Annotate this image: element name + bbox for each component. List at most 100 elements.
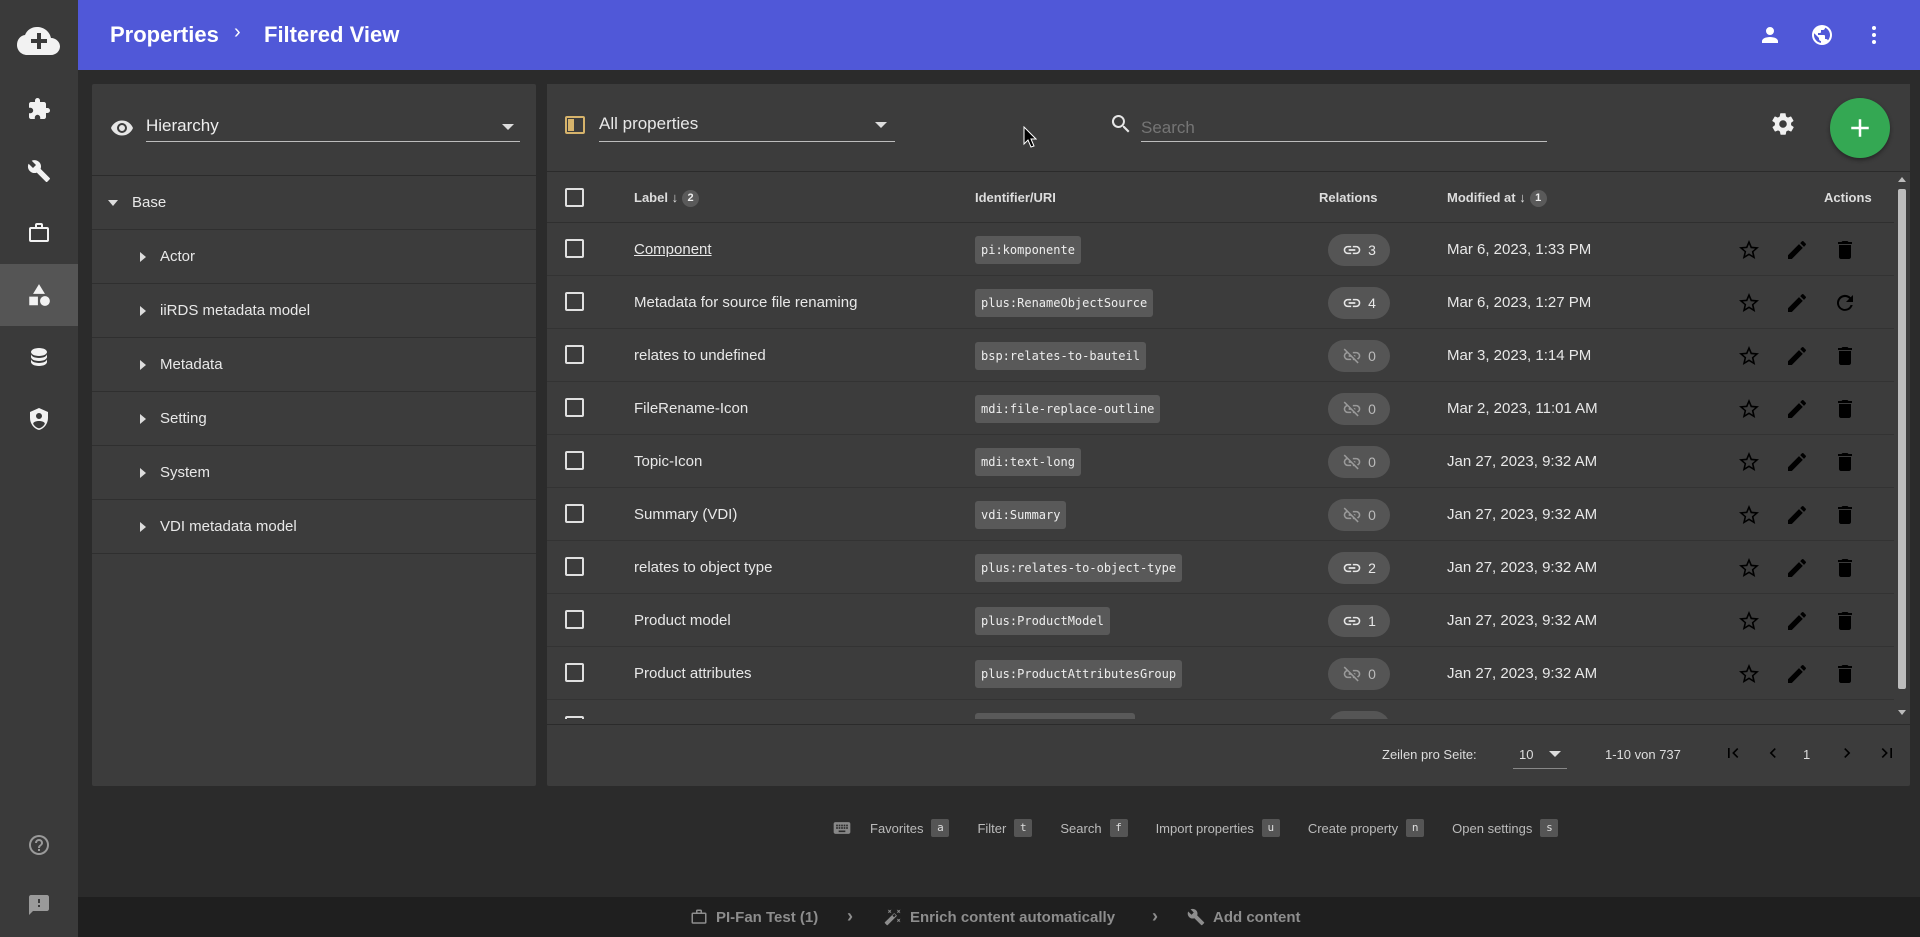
row-checkbox[interactable] <box>565 292 584 311</box>
nav-security[interactable] <box>0 388 78 450</box>
edit-pencil-icon[interactable] <box>1785 450 1809 474</box>
row-checkbox[interactable] <box>565 663 584 682</box>
row-checkbox[interactable] <box>565 557 584 576</box>
breadcrumb-properties[interactable]: Properties <box>110 22 219 48</box>
table-scrollbar[interactable] <box>1894 173 1910 719</box>
sidebar-toggle-icon[interactable] <box>565 116 585 134</box>
settings-gear-icon[interactable] <box>1770 111 1796 137</box>
row-checkbox[interactable] <box>565 610 584 629</box>
scroll-down-icon[interactable] <box>1898 710 1906 715</box>
table-row[interactable]: Product attributes plus:ProductAttribute… <box>547 647 1894 700</box>
row-label[interactable]: Topic-Icon <box>634 453 702 470</box>
edit-pencil-icon[interactable] <box>1785 238 1809 262</box>
table-row[interactable]: Metadata for source file renaming plus:R… <box>547 276 1894 329</box>
more-vert-icon[interactable] <box>1862 23 1886 47</box>
column-header-uri[interactable]: Identifier/URI <box>975 190 1056 205</box>
last-page-icon[interactable] <box>1877 743 1897 763</box>
table-row[interactable]: Topic-Icon mdi:text-long 0 Jan 27, 2023,… <box>547 435 1894 488</box>
row-label[interactable]: Product attributes <box>634 665 752 682</box>
relations-chip[interactable]: 0 <box>1328 393 1390 425</box>
select-all-checkbox[interactable] <box>565 188 584 207</box>
row-label[interactable]: relates to undefined <box>634 347 766 364</box>
tree-node-iirds[interactable]: iiRDS metadata model <box>92 284 536 338</box>
edit-pencil-icon[interactable] <box>1785 556 1809 580</box>
property-filter-select[interactable]: All properties <box>599 110 895 142</box>
add-property-button[interactable] <box>1830 98 1890 158</box>
nav-properties[interactable] <box>0 264 78 326</box>
cloud-logo-icon[interactable] <box>0 14 78 70</box>
delete-icon[interactable] <box>1833 344 1857 368</box>
star-icon[interactable] <box>1737 556 1761 580</box>
star-icon[interactable] <box>1737 609 1761 633</box>
tree-node-metadata[interactable]: Metadata <box>92 338 536 392</box>
relations-chip[interactable] <box>1328 711 1390 719</box>
workspace-indicator[interactable]: PI-Fan Test (1) <box>690 908 818 926</box>
collapse-triangle-icon[interactable] <box>108 200 118 206</box>
table-row[interactable]: FileRename-Icon mdi:file-replace-outline… <box>547 382 1894 435</box>
edit-pencil-icon[interactable] <box>1785 291 1809 315</box>
rows-per-page-select[interactable]: 10 <box>1513 741 1567 769</box>
scroll-up-icon[interactable] <box>1898 177 1906 182</box>
column-header-modified[interactable]: Modified at ↓ 1 <box>1447 190 1547 208</box>
expand-triangle-icon[interactable] <box>140 360 146 370</box>
row-label[interactable]: Component <box>634 241 712 258</box>
column-header-relations[interactable]: Relations <box>1319 190 1378 205</box>
tree-node-vdi[interactable]: VDI metadata model <box>92 500 536 554</box>
expand-triangle-icon[interactable] <box>140 252 146 262</box>
nav-feedback[interactable] <box>0 874 78 936</box>
star-icon[interactable] <box>1737 450 1761 474</box>
expand-triangle-icon[interactable] <box>140 468 146 478</box>
nav-help[interactable] <box>0 814 78 876</box>
scrollbar-thumb[interactable] <box>1898 189 1906 689</box>
table-row[interactable]: Product model plus:ProductModel 1 Jan 27… <box>547 594 1894 647</box>
edit-pencil-icon[interactable] <box>1785 503 1809 527</box>
row-checkbox[interactable] <box>565 451 584 470</box>
row-label[interactable]: relates to object type <box>634 559 772 576</box>
table-row[interactable]: Component pi:komponente 3 Mar 6, 2023, 1… <box>547 223 1894 276</box>
expand-triangle-icon[interactable] <box>140 306 146 316</box>
relations-chip[interactable]: 0 <box>1328 340 1390 372</box>
row-checkbox[interactable] <box>565 716 584 719</box>
row-label[interactable]: Summary (VDI) <box>634 506 737 523</box>
star-icon[interactable] <box>1737 291 1761 315</box>
search-input[interactable] <box>1141 110 1547 142</box>
tree-node-system[interactable]: System <box>92 446 536 500</box>
next-page-icon[interactable] <box>1837 743 1857 763</box>
edit-pencil-icon[interactable] <box>1785 662 1809 686</box>
row-label[interactable]: Metadata for source file renaming <box>634 294 857 311</box>
star-icon[interactable] <box>1737 397 1761 421</box>
edit-pencil-icon[interactable] <box>1785 609 1809 633</box>
enrich-content-button[interactable]: Enrich content automatically <box>884 908 1115 926</box>
relations-chip[interactable]: 0 <box>1328 658 1390 690</box>
expand-triangle-icon[interactable] <box>140 414 146 424</box>
relations-chip[interactable]: 3 <box>1328 234 1390 266</box>
first-page-icon[interactable] <box>1723 743 1743 763</box>
nav-tools[interactable] <box>0 140 78 202</box>
star-icon[interactable] <box>1737 662 1761 686</box>
row-checkbox[interactable] <box>565 398 584 417</box>
restore-icon[interactable] <box>1833 291 1857 315</box>
row-checkbox[interactable] <box>565 239 584 258</box>
relations-chip[interactable]: 1 <box>1328 605 1390 637</box>
star-icon[interactable] <box>1737 503 1761 527</box>
table-row[interactable]: Summary (VDI) vdi:Summary 0 Jan 27, 2023… <box>547 488 1894 541</box>
relations-chip[interactable]: 0 <box>1328 499 1390 531</box>
star-icon[interactable] <box>1737 344 1761 368</box>
star-icon[interactable] <box>1737 238 1761 262</box>
add-content-button[interactable]: Add content <box>1187 908 1301 926</box>
row-checkbox[interactable] <box>565 504 584 523</box>
account-icon[interactable] <box>1758 23 1782 47</box>
row-label[interactable]: Product model <box>634 612 731 629</box>
relations-chip[interactable]: 0 <box>1328 446 1390 478</box>
row-label[interactable]: FileRename-Icon <box>634 400 748 417</box>
edit-pencil-icon[interactable] <box>1785 397 1809 421</box>
table-row[interactable]: relates to object type plus:relates-to-o… <box>547 541 1894 594</box>
expand-triangle-icon[interactable] <box>140 522 146 532</box>
tree-node-base[interactable]: Base <box>92 176 536 230</box>
nav-projects[interactable] <box>0 202 78 264</box>
relations-chip[interactable]: 2 <box>1328 552 1390 584</box>
delete-icon[interactable] <box>1833 238 1857 262</box>
tree-node-setting[interactable]: Setting <box>92 392 536 446</box>
column-header-label[interactable]: Label ↓ 2 <box>634 190 700 208</box>
relations-chip[interactable]: 4 <box>1328 287 1390 319</box>
